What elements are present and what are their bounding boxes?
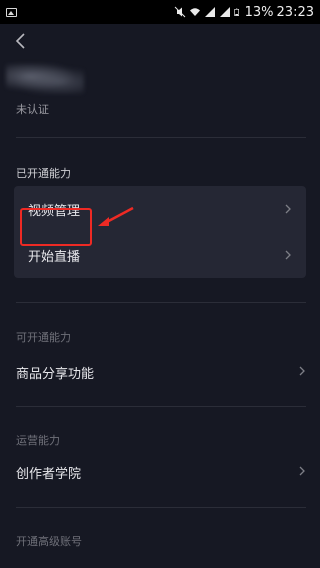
clock: 23:23 — [276, 4, 314, 20]
chevron-right-icon — [285, 204, 291, 214]
list-item-label: 商品分享功能 — [16, 367, 95, 382]
list-item-product-sharing[interactable]: 商品分享功能 — [0, 351, 320, 391]
list-item-creator-academy[interactable]: 创作者学院 — [0, 451, 320, 491]
list-item-label: 开始直播 — [28, 249, 81, 265]
section-title-operations: 运营能力 — [16, 434, 60, 447]
chevron-right-icon — [299, 466, 305, 476]
verification-status: 未认证 — [16, 103, 49, 116]
mute-icon — [174, 6, 185, 18]
chevron-left-icon — [15, 33, 25, 49]
section-title-available: 可开通能力 — [16, 331, 71, 344]
chevron-right-icon — [285, 250, 291, 260]
account-name-redacted — [6, 64, 84, 94]
divider — [16, 406, 306, 407]
section-title-enabled: 已开通能力 — [16, 167, 71, 180]
chevron-right-icon — [299, 366, 305, 376]
signal-icon — [204, 7, 215, 17]
signal-icon — [219, 7, 230, 17]
divider — [16, 302, 306, 303]
annotation-arrow — [98, 206, 134, 226]
section-title-advanced-account[interactable]: 开通高级账号 — [16, 533, 82, 549]
back-button[interactable] — [8, 28, 34, 54]
annotation-highlight-box — [20, 208, 92, 246]
wifi-icon — [189, 8, 200, 16]
battery-percent: 13% — [244, 4, 274, 20]
gallery-icon — [6, 7, 17, 17]
battery-icon — [233, 8, 239, 16]
status-bar: 13% 23:23 — [0, 0, 320, 24]
divider — [16, 137, 306, 138]
list-item-label: 创作者学院 — [16, 467, 82, 482]
divider — [16, 507, 306, 508]
